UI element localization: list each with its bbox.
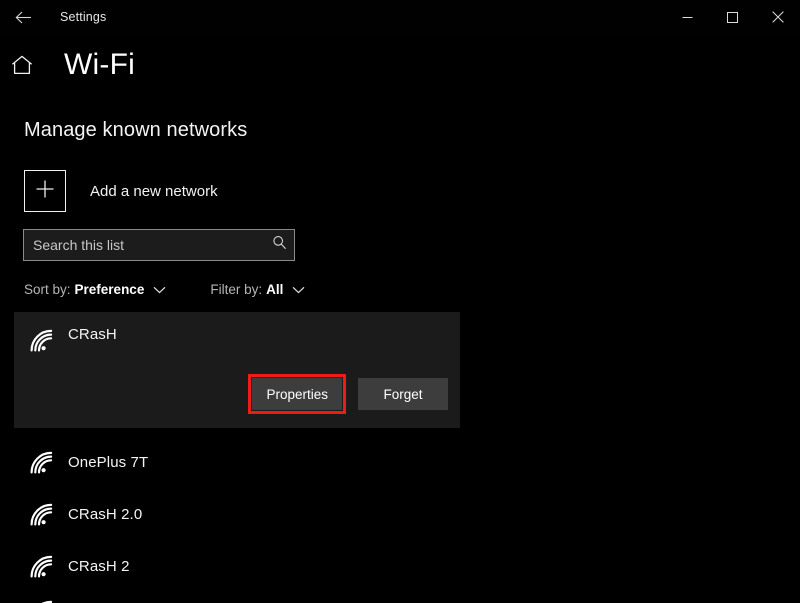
close-icon: [772, 11, 784, 23]
filter-by-dropdown[interactable]: Filter by: All: [210, 282, 305, 297]
sort-filter-row: Sort by: Preference Filter by: All: [24, 282, 305, 297]
network-list-item-selected[interactable]: CRasH Properties Forget: [14, 312, 460, 428]
sort-by-dropdown[interactable]: Sort by: Preference: [24, 282, 166, 297]
page-header: Wi-Fi: [0, 50, 135, 80]
properties-button-highlight: Properties: [248, 374, 346, 414]
filter-by-label: Filter by:: [210, 282, 262, 297]
maximize-button[interactable]: [710, 0, 755, 34]
back-button[interactable]: [0, 1, 46, 33]
wifi-icon: [14, 501, 68, 528]
properties-button[interactable]: Properties: [252, 378, 342, 410]
network-list-item[interactable]: CRasH 2.0: [14, 488, 786, 540]
back-arrow-icon: [15, 11, 32, 24]
network-name: OnePlus 7T: [68, 454, 148, 471]
wifi-icon: [14, 592, 68, 603]
plus-icon-box: [24, 170, 66, 212]
window-title: Settings: [60, 10, 106, 24]
wifi-icon: [14, 553, 68, 580]
section-heading: Manage known networks: [24, 119, 247, 142]
search-input[interactable]: [24, 230, 264, 260]
search-icon: [272, 235, 287, 255]
wifi-icon: [14, 312, 68, 354]
close-button[interactable]: [755, 0, 800, 34]
home-button[interactable]: [0, 51, 44, 80]
page-title: Wi-Fi: [64, 50, 135, 80]
wifi-icon: [14, 449, 68, 476]
sort-by-label: Sort by:: [24, 282, 71, 297]
window-controls: [665, 0, 800, 34]
chevron-down-icon: [153, 286, 166, 294]
network-list-item-partial[interactable]: [14, 592, 786, 603]
network-name: CRasH: [68, 312, 117, 343]
search-button[interactable]: [264, 230, 294, 260]
add-new-network-label: Add a new network: [90, 183, 218, 200]
search-box[interactable]: [23, 229, 295, 261]
known-networks-list: CRasH Properties Forget OnePlus 7T: [14, 312, 786, 603]
minimize-icon: [682, 12, 693, 23]
add-new-network-button[interactable]: Add a new network: [24, 170, 218, 212]
forget-button[interactable]: Forget: [358, 378, 448, 410]
maximize-icon: [727, 12, 738, 23]
chevron-down-icon: [292, 286, 305, 294]
network-actions: Properties Forget: [248, 374, 448, 414]
minimize-button[interactable]: [665, 0, 710, 34]
network-name: CRasH 2: [68, 558, 130, 575]
network-list-item[interactable]: CRasH 2: [14, 540, 786, 592]
network-name: CRasH 2.0: [68, 506, 142, 523]
title-bar: Settings: [0, 0, 800, 34]
network-list-item[interactable]: OnePlus 7T: [14, 436, 786, 488]
home-icon: [11, 55, 33, 80]
plus-icon: [34, 178, 56, 205]
sort-by-value: Preference: [75, 282, 145, 297]
filter-by-value: All: [266, 282, 283, 297]
